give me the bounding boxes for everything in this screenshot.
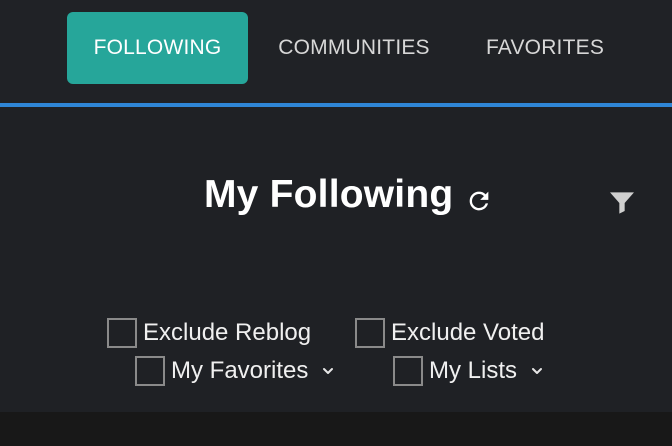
tab-communities[interactable]: COMMUNITIES [255,12,453,84]
tab-following[interactable]: FOLLOWING [67,12,248,84]
my-lists-option: My Lists [393,356,545,386]
my-lists-checkbox[interactable] [393,356,423,386]
chevron-down-icon[interactable] [320,363,336,379]
tab-favorites[interactable]: FAVORITES [465,12,625,84]
page-title: My Following [204,173,454,216]
top-nav-bar: FOLLOWING COMMUNITIES FAVORITES [0,0,672,104]
main-panel: My Following Exclude Reblog Exclude Vote… [0,107,672,412]
refresh-icon[interactable] [465,187,493,215]
exclude-reblog-label: Exclude Reblog [143,319,312,346]
chevron-down-icon[interactable] [529,363,545,379]
exclude-reblog-checkbox[interactable] [107,318,137,348]
content-area-edge [0,412,672,446]
my-favorites-label: My Favorites [171,357,309,384]
my-favorites-option: My Favorites [135,356,336,386]
my-favorites-checkbox[interactable] [135,356,165,386]
my-lists-label: My Lists [429,357,518,384]
exclude-reblog-option: Exclude Reblog [107,318,311,348]
filter-icon[interactable] [606,187,638,219]
exclude-voted-label: Exclude Voted [391,319,545,346]
exclude-voted-option: Exclude Voted [355,318,544,348]
exclude-voted-checkbox[interactable] [355,318,385,348]
